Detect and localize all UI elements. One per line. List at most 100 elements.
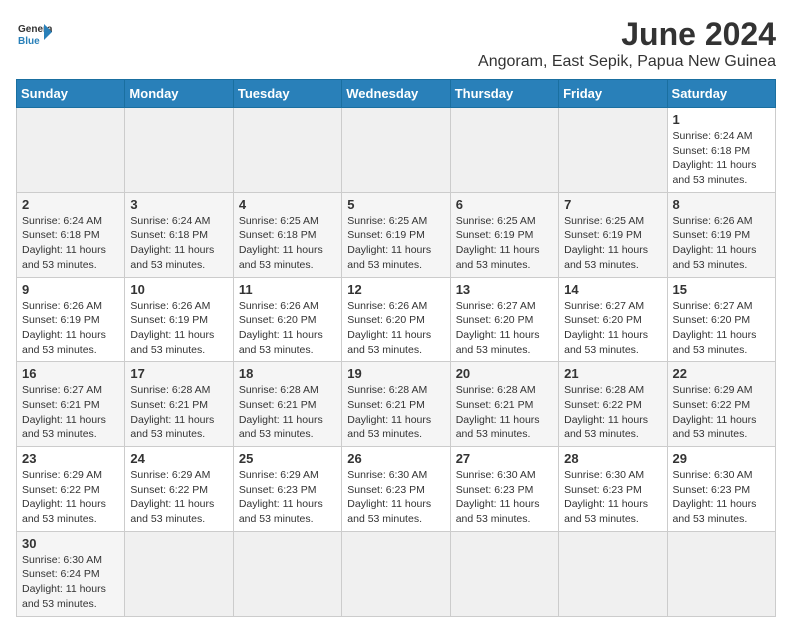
day-cell (233, 108, 341, 193)
logo: General Blue (16, 16, 52, 52)
day-cell: 19Sunrise: 6:28 AMSunset: 6:21 PMDayligh… (342, 362, 450, 447)
col-header-monday: Monday (125, 80, 233, 108)
day-number: 16 (22, 366, 119, 381)
day-cell (450, 108, 558, 193)
col-header-thursday: Thursday (450, 80, 558, 108)
day-info: Sunrise: 6:28 AMSunset: 6:21 PMDaylight:… (130, 383, 227, 442)
day-number: 30 (22, 536, 119, 551)
day-info: Sunrise: 6:28 AMSunset: 6:21 PMDaylight:… (456, 383, 553, 442)
day-cell: 3 Sunrise: 6:24 AMSunset: 6:18 PMDaylight… (125, 192, 233, 277)
day-info: Sunrise: 6:26 AMSunset: 6:19 PMDaylight:… (22, 299, 119, 358)
day-info: Sunrise: 6:30 AMSunset: 6:23 PMDaylight:… (673, 468, 770, 527)
day-cell: 24Sunrise: 6:29 AMSunset: 6:22 PMDayligh… (125, 447, 233, 532)
day-info: Sunrise: 6:25 AMSunset: 6:19 PMDaylight:… (564, 214, 661, 273)
week-row-1: 1 Sunrise: 6:24 AMSunset: 6:18 PMDaylight… (17, 108, 776, 193)
day-cell (125, 531, 233, 616)
day-number: 18 (239, 366, 336, 381)
day-number: 3 (130, 197, 227, 212)
day-number: 19 (347, 366, 444, 381)
day-cell (559, 108, 667, 193)
day-number: 1 (673, 112, 770, 127)
day-number: 9 (22, 282, 119, 297)
day-cell: 26Sunrise: 6:30 AMSunset: 6:23 PMDayligh… (342, 447, 450, 532)
day-cell: 20 Sunrise: 6:28 AMSunset: 6:21 PMDayligh… (450, 362, 558, 447)
day-cell: 29 Sunrise: 6:30 AMSunset: 6:23 PMDayligh… (667, 447, 775, 532)
day-info: Sunrise: 6:29 AMSunset: 6:22 PMDaylight:… (673, 383, 770, 442)
week-row-3: 9 Sunrise: 6:26 AMSunset: 6:19 PMDaylight… (17, 277, 776, 362)
col-header-friday: Friday (559, 80, 667, 108)
svg-text:Blue: Blue (18, 36, 40, 47)
day-info: Sunrise: 6:24 AMSunset: 6:18 PMDaylight:… (130, 214, 227, 273)
day-cell: 18Sunrise: 6:28 AMSunset: 6:21 PMDayligh… (233, 362, 341, 447)
day-cell: 15Sunrise: 6:27 AMSunset: 6:20 PMDayligh… (667, 277, 775, 362)
day-info: Sunrise: 6:30 AMSunset: 6:24 PMDaylight:… (22, 553, 119, 612)
day-number: 4 (239, 197, 336, 212)
day-number: 11 (239, 282, 336, 297)
day-number: 17 (130, 366, 227, 381)
calendar-header-row: SundayMondayTuesdayWednesdayThursdayFrid… (17, 80, 776, 108)
day-cell: 6Sunrise: 6:25 AMSunset: 6:19 PMDaylight… (450, 192, 558, 277)
day-number: 14 (564, 282, 661, 297)
day-cell: 1 Sunrise: 6:24 AMSunset: 6:18 PMDaylight… (667, 108, 775, 193)
day-cell (667, 531, 775, 616)
day-info: Sunrise: 6:24 AMSunset: 6:18 PMDaylight:… (673, 129, 770, 188)
month-title: June 2024 (478, 16, 776, 53)
day-number: 13 (456, 282, 553, 297)
day-cell: 9 Sunrise: 6:26 AMSunset: 6:19 PMDaylight… (17, 277, 125, 362)
day-cell: 30 Sunrise: 6:30 AMSunset: 6:24 PMDayligh… (17, 531, 125, 616)
day-info: Sunrise: 6:28 AMSunset: 6:22 PMDaylight:… (564, 383, 661, 442)
day-cell (17, 108, 125, 193)
day-number: 24 (130, 451, 227, 466)
day-info: Sunrise: 6:24 AMSunset: 6:18 PMDaylight:… (22, 214, 119, 273)
day-number: 8 (673, 197, 770, 212)
day-info: Sunrise: 6:25 AMSunset: 6:19 PMDaylight:… (347, 214, 444, 273)
day-cell (342, 108, 450, 193)
week-row-4: 16 Sunrise: 6:27 AMSunset: 6:21 PMDayligh… (17, 362, 776, 447)
day-cell (342, 531, 450, 616)
day-cell: 7Sunrise: 6:25 AMSunset: 6:19 PMDaylight… (559, 192, 667, 277)
day-info: Sunrise: 6:26 AMSunset: 6:19 PMDaylight:… (130, 299, 227, 358)
day-cell: 12 Sunrise: 6:26 AMSunset: 6:20 PMDayligh… (342, 277, 450, 362)
day-info: Sunrise: 6:27 AMSunset: 6:20 PMDaylight:… (673, 299, 770, 358)
day-number: 12 (347, 282, 444, 297)
day-info: Sunrise: 6:26 AMSunset: 6:19 PMDaylight:… (673, 214, 770, 273)
day-cell: 21 Sunrise: 6:28 AMSunset: 6:22 PMDayligh… (559, 362, 667, 447)
location-subtitle: Angoram, East Sepik, Papua New Guinea (478, 53, 776, 71)
day-info: Sunrise: 6:29 AMSunset: 6:23 PMDaylight:… (239, 468, 336, 527)
day-cell (233, 531, 341, 616)
day-cell: 11Sunrise: 6:26 AMSunset: 6:20 PMDayligh… (233, 277, 341, 362)
day-number: 28 (564, 451, 661, 466)
week-row-5: 23Sunrise: 6:29 AMSunset: 6:22 PMDayligh… (17, 447, 776, 532)
day-cell: 22 Sunrise: 6:29 AMSunset: 6:22 PMDayligh… (667, 362, 775, 447)
day-number: 29 (673, 451, 770, 466)
day-cell: 13 Sunrise: 6:27 AMSunset: 6:20 PMDayligh… (450, 277, 558, 362)
header: General Blue June 2024 Angoram, East Sep… (16, 16, 776, 71)
day-info: Sunrise: 6:25 AMSunset: 6:19 PMDaylight:… (456, 214, 553, 273)
day-number: 22 (673, 366, 770, 381)
day-cell (559, 531, 667, 616)
week-row-2: 2 Sunrise: 6:24 AMSunset: 6:18 PMDaylight… (17, 192, 776, 277)
day-number: 27 (456, 451, 553, 466)
day-cell: 5 Sunrise: 6:25 AMSunset: 6:19 PMDaylight… (342, 192, 450, 277)
day-info: Sunrise: 6:27 AMSunset: 6:20 PMDaylight:… (456, 299, 553, 358)
day-cell (450, 531, 558, 616)
calendar-table: SundayMondayTuesdayWednesdayThursdayFrid… (16, 79, 776, 617)
day-number: 21 (564, 366, 661, 381)
day-info: Sunrise: 6:30 AMSunset: 6:23 PMDaylight:… (564, 468, 661, 527)
col-header-tuesday: Tuesday (233, 80, 341, 108)
day-cell: 28 Sunrise: 6:30 AMSunset: 6:23 PMDayligh… (559, 447, 667, 532)
day-number: 25 (239, 451, 336, 466)
day-info: Sunrise: 6:26 AMSunset: 6:20 PMDaylight:… (347, 299, 444, 358)
title-area: June 2024 Angoram, East Sepik, Papua New… (478, 16, 776, 71)
day-info: Sunrise: 6:30 AMSunset: 6:23 PMDaylight:… (347, 468, 444, 527)
day-number: 2 (22, 197, 119, 212)
day-info: Sunrise: 6:27 AMSunset: 6:21 PMDaylight:… (22, 383, 119, 442)
day-number: 5 (347, 197, 444, 212)
day-cell: 16 Sunrise: 6:27 AMSunset: 6:21 PMDayligh… (17, 362, 125, 447)
week-row-6: 30 Sunrise: 6:30 AMSunset: 6:24 PMDayligh… (17, 531, 776, 616)
day-info: Sunrise: 6:27 AMSunset: 6:20 PMDaylight:… (564, 299, 661, 358)
day-cell: 8 Sunrise: 6:26 AMSunset: 6:19 PMDaylight… (667, 192, 775, 277)
col-header-saturday: Saturday (667, 80, 775, 108)
day-number: 20 (456, 366, 553, 381)
day-cell: 25 Sunrise: 6:29 AMSunset: 6:23 PMDayligh… (233, 447, 341, 532)
